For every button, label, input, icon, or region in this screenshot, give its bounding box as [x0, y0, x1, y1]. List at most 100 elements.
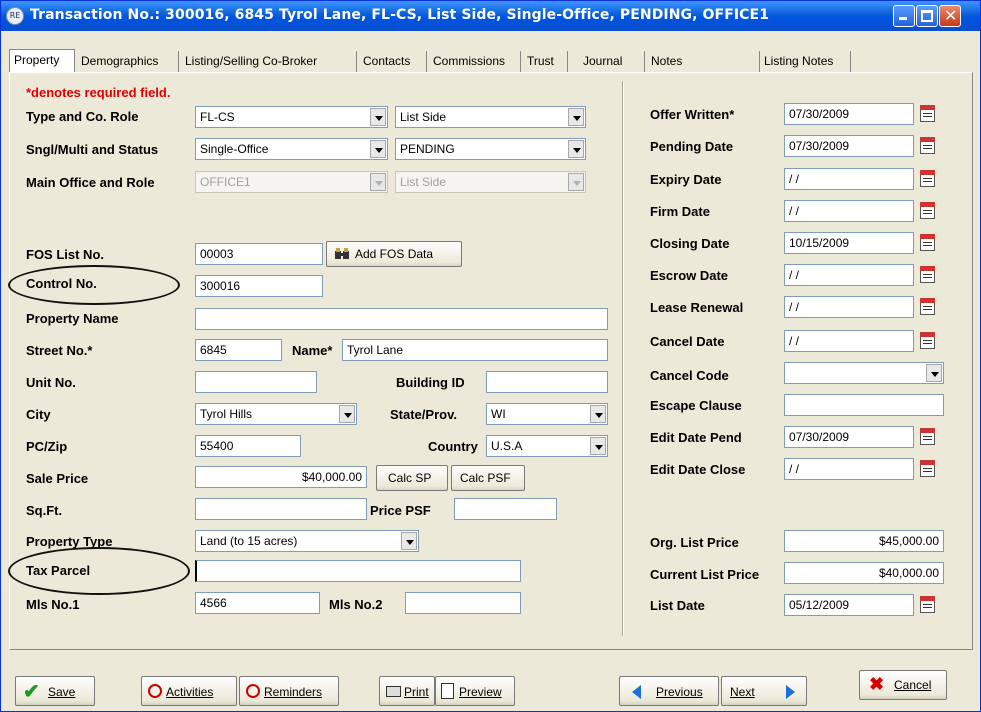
office-role-select: List Side [395, 171, 586, 193]
list-date-input[interactable]: 05/12/2009 [784, 594, 914, 616]
cancel-date-input[interactable]: / / [784, 330, 914, 352]
escape-clause-label: Escape Clause [650, 398, 742, 413]
mls2-label: Mls No.2 [329, 597, 383, 612]
calendar-icon[interactable] [919, 104, 937, 124]
calendar-icon[interactable] [919, 169, 937, 189]
street-no-label: Street No.* [26, 343, 93, 358]
zip-input[interactable]: 55400 [195, 435, 301, 457]
tab-co-broker[interactable]: Listing/Selling Co-Broker [181, 51, 357, 72]
edit-date-close-input[interactable]: / / [784, 458, 914, 480]
chevron-down-icon[interactable] [370, 140, 386, 158]
calc-sp-label: Calc SP [388, 471, 432, 485]
offer-written-input[interactable]: 07/30/2009 [784, 103, 914, 125]
property-name-input[interactable] [195, 308, 608, 330]
next-button[interactable]: Next [721, 676, 807, 706]
chevron-down-icon[interactable] [568, 108, 584, 126]
escape-clause-input[interactable] [784, 394, 944, 416]
arrow-left-icon [632, 685, 641, 699]
tax-parcel-label: Tax Parcel [26, 563, 91, 578]
pending-date-label: Pending Date [650, 139, 734, 154]
cancel-code-select[interactable] [784, 362, 944, 384]
chevron-down-icon[interactable] [926, 364, 942, 382]
status-select[interactable]: PENDING [395, 138, 586, 160]
maximize-button[interactable] [916, 5, 938, 27]
edit-date-pend-input[interactable]: 07/30/2009 [784, 426, 914, 448]
previous-button[interactable]: Previous [619, 676, 719, 706]
expiry-date-input[interactable]: / / [784, 168, 914, 190]
street-no-input[interactable]: 6845 [195, 339, 282, 361]
tab-demographics[interactable]: Demographics [77, 51, 179, 72]
price-psf-input[interactable] [454, 498, 557, 520]
minimize-icon [899, 17, 907, 20]
calendar-icon[interactable] [919, 265, 937, 285]
calendar-icon[interactable] [919, 595, 937, 615]
activities-button[interactable]: Activities [141, 676, 237, 706]
cancel-date-label: Cancel Date [650, 334, 725, 349]
fos-list-input[interactable]: 00003 [195, 243, 323, 265]
cancel-button[interactable]: ✖ Cancel [859, 670, 947, 700]
org-list-price-input[interactable]: $45,000.00 [784, 530, 944, 552]
preview-button[interactable]: Preview [435, 676, 515, 706]
sqft-input[interactable] [195, 498, 367, 520]
sngl-multi-select[interactable]: Single-Office [195, 138, 388, 160]
escrow-date-input[interactable]: / / [784, 264, 914, 286]
city-select[interactable]: Tyrol Hills [195, 403, 357, 425]
building-id-input[interactable] [486, 371, 608, 393]
sqft-label: Sq.Ft. [26, 503, 63, 518]
current-list-price-input[interactable]: $40,000.00 [784, 562, 944, 584]
lease-renewal-input[interactable]: / / [784, 296, 914, 318]
control-no-input[interactable]: 300016 [195, 275, 323, 297]
title-bar[interactable]: RE Transaction No.: 300016, 6845 Tyrol L… [1, 1, 980, 31]
chevron-down-icon[interactable] [568, 140, 584, 158]
tab-property[interactable]: Property [9, 49, 75, 73]
checkmark-icon: ✔ [23, 681, 40, 703]
calendar-icon[interactable] [919, 459, 937, 479]
chevron-down-icon[interactable] [590, 405, 606, 423]
calendar-icon[interactable] [919, 201, 937, 221]
street-name-label: Name* [292, 343, 333, 358]
minimize-button[interactable] [893, 5, 915, 27]
expiry-date-label: Expiry Date [650, 172, 722, 187]
unit-no-input[interactable] [195, 371, 317, 393]
tab-contacts[interactable]: Contacts [359, 51, 427, 72]
calendar-icon[interactable] [919, 331, 937, 351]
tab-listing-notes[interactable]: Listing Notes [759, 51, 851, 72]
reminders-button[interactable]: Reminders [239, 676, 339, 706]
save-button[interactable]: ✔ Save [15, 676, 95, 706]
country-select[interactable]: U.S.A [486, 435, 608, 457]
type-select[interactable]: FL-CS [195, 106, 388, 128]
magnifier-icon [441, 683, 454, 699]
tab-journal[interactable]: Journal [579, 51, 645, 72]
add-fos-data-button[interactable]: Add FOS Data [326, 241, 462, 267]
property-type-select[interactable]: Land (to 15 acres) [195, 530, 419, 552]
print-button[interactable]: Print [379, 676, 435, 706]
mls2-input[interactable] [405, 592, 521, 614]
tab-trust[interactable]: Trust [523, 51, 568, 72]
street-name-input[interactable]: Tyrol Lane [342, 339, 608, 361]
closing-date-input[interactable]: 10/15/2009 [784, 232, 914, 254]
calendar-icon[interactable] [919, 233, 937, 253]
chevron-down-icon[interactable] [339, 405, 355, 423]
chevron-down-icon [370, 173, 386, 191]
calc-psf-button[interactable]: Calc PSF [451, 465, 525, 491]
calendar-icon[interactable] [919, 297, 937, 317]
calc-sp-button[interactable]: Calc SP [376, 465, 448, 491]
chevron-down-icon [568, 173, 584, 191]
co-role-select[interactable]: List Side [395, 106, 586, 128]
calendar-icon[interactable] [919, 427, 937, 447]
close-button[interactable]: ✕ [939, 5, 961, 27]
tax-parcel-input[interactable] [195, 560, 521, 582]
chevron-down-icon[interactable] [370, 108, 386, 126]
calendar-icon[interactable] [919, 136, 937, 156]
state-select[interactable]: WI [486, 403, 608, 425]
firm-date-input[interactable]: / / [784, 200, 914, 222]
tab-commissions[interactable]: Commissions [429, 51, 521, 72]
binoculars-icon [335, 248, 351, 260]
chevron-down-icon[interactable] [401, 532, 417, 550]
mls1-input[interactable]: 4566 [195, 592, 320, 614]
tab-notes[interactable]: Notes [647, 51, 757, 72]
sale-price-input[interactable]: $40,000.00 [195, 466, 367, 488]
pending-date-input[interactable]: 07/30/2009 [784, 135, 914, 157]
sale-price-label: Sale Price [26, 471, 89, 486]
chevron-down-icon[interactable] [590, 437, 606, 455]
